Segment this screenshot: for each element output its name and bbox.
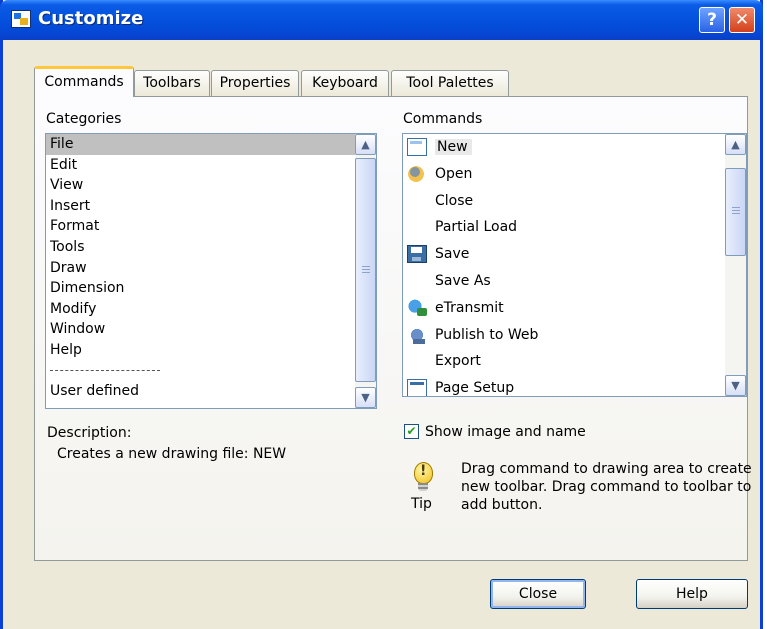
tab-properties[interactable]: Properties xyxy=(211,70,299,96)
new-document-icon xyxy=(407,138,427,156)
publish-web-icon xyxy=(407,325,427,344)
title-help-button[interactable]: ? xyxy=(699,7,725,33)
command-item-publish-to-web[interactable]: Publish to Web xyxy=(403,322,746,349)
command-item-save[interactable]: Save xyxy=(403,241,746,268)
category-item-insert[interactable]: Insert xyxy=(46,196,376,217)
etransmit-icon xyxy=(407,298,427,317)
categories-listbox[interactable]: File Edit View Insert Format Tools Draw … xyxy=(45,133,377,409)
category-item-help[interactable]: Help xyxy=(46,340,376,361)
title-close-button[interactable]: ✕ xyxy=(729,7,755,33)
categories-scroll-thumb[interactable] xyxy=(355,158,376,382)
help-button[interactable]: Help xyxy=(636,579,748,609)
command-item-open[interactable]: Open xyxy=(403,161,746,188)
tip-label: Tip xyxy=(411,496,432,512)
categories-scrollbar[interactable]: ▲ ▼ xyxy=(355,134,376,408)
category-item-view[interactable]: View xyxy=(46,175,376,196)
category-item-draw[interactable]: Draw xyxy=(46,258,376,279)
tab-tool-palettes[interactable]: Tool Palettes xyxy=(391,70,509,96)
scroll-up-arrow-icon[interactable]: ▲ xyxy=(725,134,746,155)
category-item-window[interactable]: Window xyxy=(46,319,376,340)
page-setup-icon xyxy=(407,379,427,396)
commands-listbox[interactable]: New Open Close Partial Load Save Save As… xyxy=(402,133,747,397)
category-item-tools[interactable]: Tools xyxy=(46,237,376,258)
show-image-and-name-checkbox[interactable]: ✔ xyxy=(404,424,419,439)
category-separator xyxy=(46,361,376,381)
scroll-down-arrow-icon[interactable]: ▼ xyxy=(355,387,376,408)
show-image-and-name-label[interactable]: Show image and name xyxy=(425,424,586,440)
command-item-etransmit[interactable]: eTransmit xyxy=(403,295,746,322)
category-item-edit[interactable]: Edit xyxy=(46,155,376,176)
description-text: Creates a new drawing file: NEW xyxy=(57,446,287,462)
category-item-format[interactable]: Format xyxy=(46,216,376,237)
description-label: Description: xyxy=(47,425,132,441)
open-folder-icon xyxy=(407,164,427,183)
categories-label: Categories xyxy=(46,111,122,127)
command-item-page-setup[interactable]: Page Setup xyxy=(403,375,746,396)
window-title: Customize xyxy=(38,8,144,29)
scroll-up-arrow-icon[interactable]: ▲ xyxy=(355,134,376,155)
command-item-save-as[interactable]: Save As xyxy=(403,268,746,295)
commands-label: Commands xyxy=(403,111,483,127)
lightbulb-icon xyxy=(412,462,434,494)
tip-text: Drag command to drawing area to create n… xyxy=(461,461,752,513)
command-item-close[interactable]: Close xyxy=(403,188,746,215)
tab-toolbars[interactable]: Toolbars xyxy=(134,70,210,96)
category-item-user-defined[interactable]: User defined xyxy=(46,381,376,402)
category-item-file[interactable]: File xyxy=(46,134,376,155)
command-item-new[interactable]: New xyxy=(403,134,746,161)
command-item-export[interactable]: Export xyxy=(403,348,746,375)
tab-commands[interactable]: Commands xyxy=(34,66,134,97)
close-button[interactable]: Close xyxy=(490,579,586,609)
scroll-down-arrow-icon[interactable]: ▼ xyxy=(725,375,746,396)
title-bar[interactable]: Customize ? ✕ xyxy=(0,0,763,40)
command-item-partial-load[interactable]: Partial Load xyxy=(403,214,746,241)
customize-app-icon xyxy=(11,10,31,28)
floppy-disk-icon xyxy=(407,245,427,264)
commands-scroll-thumb[interactable] xyxy=(725,168,746,256)
category-item-modify[interactable]: Modify xyxy=(46,299,376,320)
commands-scrollbar[interactable]: ▲ ▼ xyxy=(725,134,746,396)
category-item-dimension[interactable]: Dimension xyxy=(46,278,376,299)
tab-keyboard[interactable]: Keyboard xyxy=(301,70,389,96)
